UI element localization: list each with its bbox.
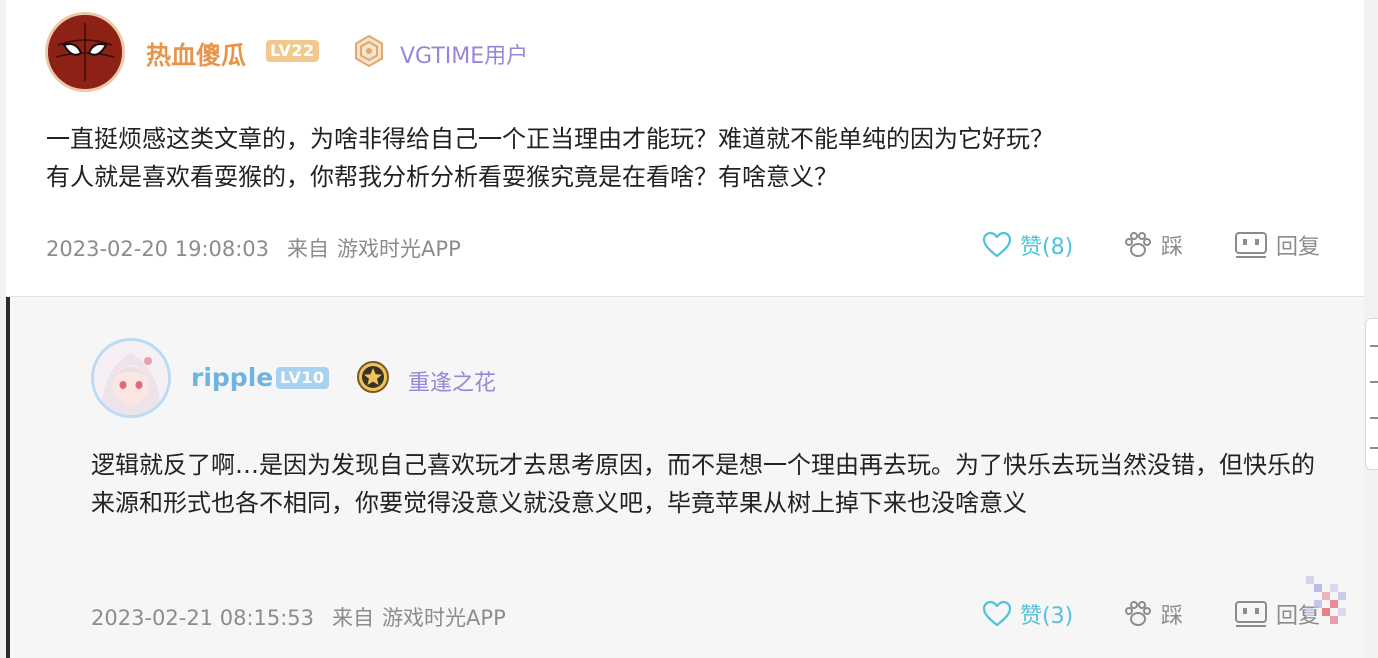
dislike-label: 踩 (1161, 235, 1184, 260)
reply-dislike-button[interactable]: 踩 (1123, 598, 1183, 630)
hexagon-medal-icon (355, 34, 383, 68)
reply-button[interactable]: 回复 (1234, 229, 1320, 261)
user-group-label: VGTIME用户 (400, 44, 529, 69)
paw-icon (1125, 601, 1151, 626)
side-tab-glyph (1370, 417, 1378, 419)
side-tab-glyph (1370, 447, 1378, 449)
username[interactable]: 热血傻瓜 (146, 36, 246, 72)
reply-dislike-label: 踩 (1161, 604, 1184, 629)
source-app: 游戏时光APP (337, 237, 461, 261)
comment-line: 一直挺烦感这类文章的，为啥非得给自己一个正当理由才能玩？难道就不能单纯的因为它好… (46, 125, 1054, 153)
paw-icon (1125, 232, 1151, 257)
comment-meta: 2023-02-20 19:08:03 来自 游戏时光APP (46, 233, 461, 263)
watermark-logo-icon (1306, 576, 1346, 624)
reply-like-button[interactable]: 赞(3) (982, 598, 1073, 630)
comment-line: 有人就是喜欢看耍猴的，你帮我分析分析看耍猴究竟是在看啥？有啥意义？ (46, 163, 838, 191)
comment-box-icon (1235, 232, 1267, 258)
reply-timestamp: 2023-02-21 08:15:53 (91, 606, 315, 630)
heart-outline-icon (982, 231, 1012, 258)
timestamp: 2023-02-20 19:08:03 (46, 237, 270, 261)
comment-box-icon (1235, 601, 1267, 627)
reply-user-group-label: 重逢之花 (408, 371, 497, 396)
side-tab-glyph (1370, 381, 1378, 383)
spider-mask-avatar-icon (48, 15, 122, 89)
heart-outline-icon (982, 600, 1012, 627)
level-badge: LV22 (266, 40, 319, 62)
reply-body: 逻辑就反了啊…是因为发现自己喜欢玩才去思考原因，而不是想一个理由再去玩。为了快乐… (91, 446, 1331, 522)
comment-body: 一直挺烦感这类文章的，为啥非得给自己一个正当理由才能玩？难道就不能单纯的因为它好… (46, 120, 1346, 196)
reply-source-app: 游戏时光APP (382, 606, 506, 630)
like-button[interactable]: 赞(8) (982, 229, 1073, 261)
reply-source-prefix: 来自 (332, 606, 375, 630)
dislike-button[interactable]: 踩 (1123, 229, 1183, 261)
star-medal-icon (357, 361, 389, 393)
side-tab-glyph (1370, 345, 1378, 347)
source-prefix: 来自 (287, 237, 330, 261)
reply-username[interactable]: ripple (191, 363, 273, 392)
side-floating-tab[interactable] (1365, 318, 1378, 470)
user-avatar[interactable] (45, 12, 125, 92)
reply-meta: 2023-02-21 08:15:53 来自 游戏时光APP (91, 602, 506, 632)
reply-label: 回复 (1276, 235, 1321, 260)
reply-text: 逻辑就反了啊…是因为发现自己喜欢玩才去思考原因，而不是想一个理由再去玩。为了快乐… (91, 451, 1315, 517)
reply-like-label: 赞(3) (1020, 604, 1074, 629)
comment-thread: 热血傻瓜 LV22 VGTIME用户 一直挺烦感这类文章的，为啥非得给自己一个正… (0, 0, 1378, 658)
like-label: 赞(8) (1020, 235, 1074, 260)
reply-user-avatar[interactable] (91, 338, 171, 418)
anime-girl-avatar-icon (94, 341, 168, 415)
reply-level-badge: LV10 (276, 367, 329, 389)
